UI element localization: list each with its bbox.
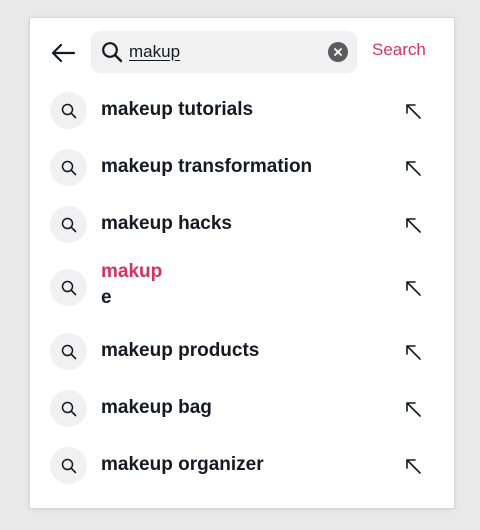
suggestion-item[interactable]: makup e	[30, 253, 454, 323]
search-icon-chip	[50, 269, 87, 306]
search-header: Search	[30, 18, 454, 88]
suggestion-item[interactable]: makeup organizer	[30, 437, 454, 494]
suggestion-item[interactable]: makeup bag	[30, 380, 454, 437]
search-icon-chip	[50, 92, 87, 129]
suggestion-label: makeup bag	[101, 397, 212, 418]
search-icon-chip	[50, 447, 87, 484]
search-field[interactable]	[91, 31, 357, 73]
search-icon	[61, 103, 76, 118]
arrow-up-left-icon[interactable]	[402, 214, 424, 236]
search-icon	[61, 280, 76, 295]
arrow-up-left-icon[interactable]	[402, 157, 424, 179]
clear-x-icon	[334, 48, 342, 56]
arrow-up-left-icon[interactable]	[402, 100, 424, 122]
search-icon	[61, 458, 76, 473]
clear-button[interactable]	[328, 42, 348, 62]
arrow-up-left-icon[interactable]	[402, 455, 424, 477]
search-icon	[61, 160, 76, 175]
suggestion-item[interactable]: makeup hacks	[30, 196, 454, 253]
suggestion-label: makeup products	[101, 340, 260, 361]
suggestion-list: makeup tutorials makeup transformation m…	[30, 82, 454, 494]
search-button[interactable]: Search	[372, 40, 426, 60]
search-icon	[102, 42, 123, 63]
suggestion-item[interactable]: makeup transformation	[30, 139, 454, 196]
back-button[interactable]	[50, 40, 76, 66]
search-icon-chip	[50, 206, 87, 243]
suggestion-label: makeup transformation	[101, 156, 313, 177]
arrow-up-left-icon[interactable]	[402, 277, 424, 299]
arrow-left-icon	[51, 43, 76, 63]
suggestion-label: makeup tutorials	[101, 99, 254, 120]
search-icon	[61, 401, 76, 416]
arrow-up-left-icon[interactable]	[402, 398, 424, 420]
suggestion-label: makeup organizer	[101, 454, 264, 475]
search-icon	[61, 344, 76, 359]
suggestion-item[interactable]: makeup tutorials	[30, 82, 454, 139]
suggestion-remainder: e	[101, 287, 112, 308]
search-icon-chip	[50, 149, 87, 186]
suggestion-item[interactable]: makeup products	[30, 323, 454, 380]
search-input[interactable]	[129, 40, 319, 64]
suggestion-label: makup e	[101, 259, 162, 311]
search-screen: Search makeup tutorials makeup tr	[30, 18, 454, 508]
search-icon-chip	[50, 390, 87, 427]
search-icon-chip	[50, 333, 87, 370]
suggestion-label: makeup hacks	[101, 213, 232, 234]
search-icon	[61, 217, 76, 232]
suggestion-match-highlight: makup	[101, 261, 163, 282]
arrow-up-left-icon[interactable]	[402, 341, 424, 363]
